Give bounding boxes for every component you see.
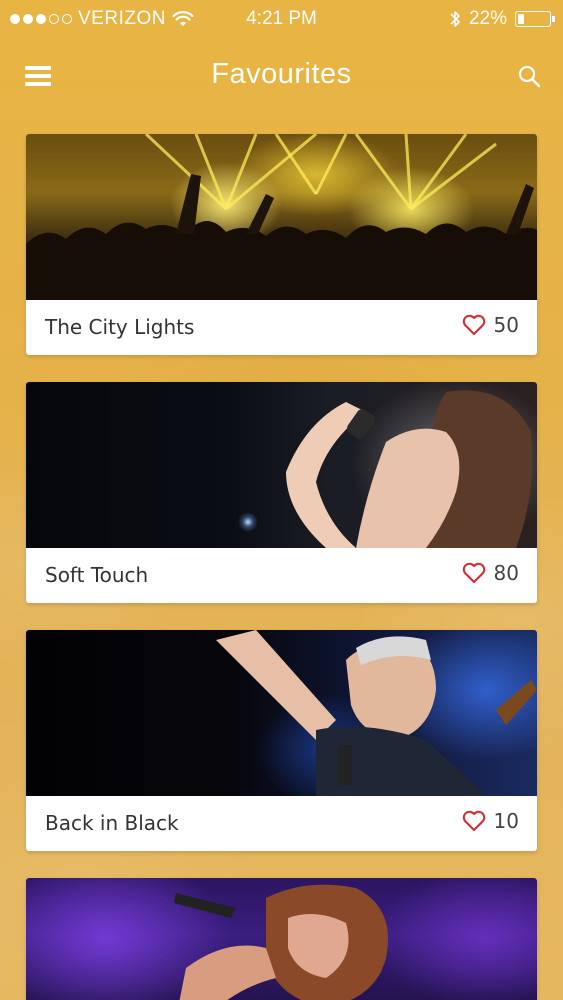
card-image-singer — [26, 382, 537, 548]
like-counter[interactable]: 10 — [462, 809, 519, 833]
card-footer: Soft Touch 80 — [26, 548, 537, 603]
bluetooth-icon — [450, 11, 460, 27]
battery-icon — [515, 11, 555, 27]
favourite-card[interactable] — [26, 878, 537, 1000]
page-title: Favourites — [211, 58, 352, 90]
card-image-singer-curly-hair — [26, 878, 537, 1000]
battery-level-fill — [518, 14, 524, 24]
card-title: The City Lights — [45, 315, 195, 339]
heart-icon[interactable] — [462, 810, 486, 832]
card-title: Back in Black — [45, 811, 179, 835]
like-count: 10 — [493, 809, 519, 833]
like-counter[interactable]: 80 — [462, 561, 519, 585]
card-title: Soft Touch — [45, 563, 149, 587]
like-count: 80 — [493, 561, 519, 585]
navigation-bar: Favourites — [0, 52, 563, 102]
status-bar: VERIZON 4:21 PM 22% — [0, 0, 563, 40]
favourite-card[interactable]: Back in Black 10 — [26, 630, 537, 851]
like-counter[interactable]: 50 — [462, 313, 519, 337]
card-image-guitarist — [26, 630, 537, 796]
favourite-card[interactable]: Soft Touch 80 — [26, 382, 537, 603]
card-image-concert-crowd — [26, 134, 537, 300]
card-footer: Back in Black 10 — [26, 796, 537, 851]
battery-percent: 22% — [468, 8, 507, 29]
heart-icon[interactable] — [462, 314, 486, 336]
favourite-card[interactable]: The City Lights 50 — [26, 134, 537, 355]
heart-icon[interactable] — [462, 562, 486, 584]
search-icon[interactable] — [517, 64, 541, 88]
favourites-list: The City Lights 50 Soft Touch 80 Back in… — [26, 134, 537, 1000]
status-right: 22% — [449, 8, 555, 30]
card-footer: The City Lights 50 — [26, 300, 537, 355]
like-count: 50 — [493, 313, 519, 337]
